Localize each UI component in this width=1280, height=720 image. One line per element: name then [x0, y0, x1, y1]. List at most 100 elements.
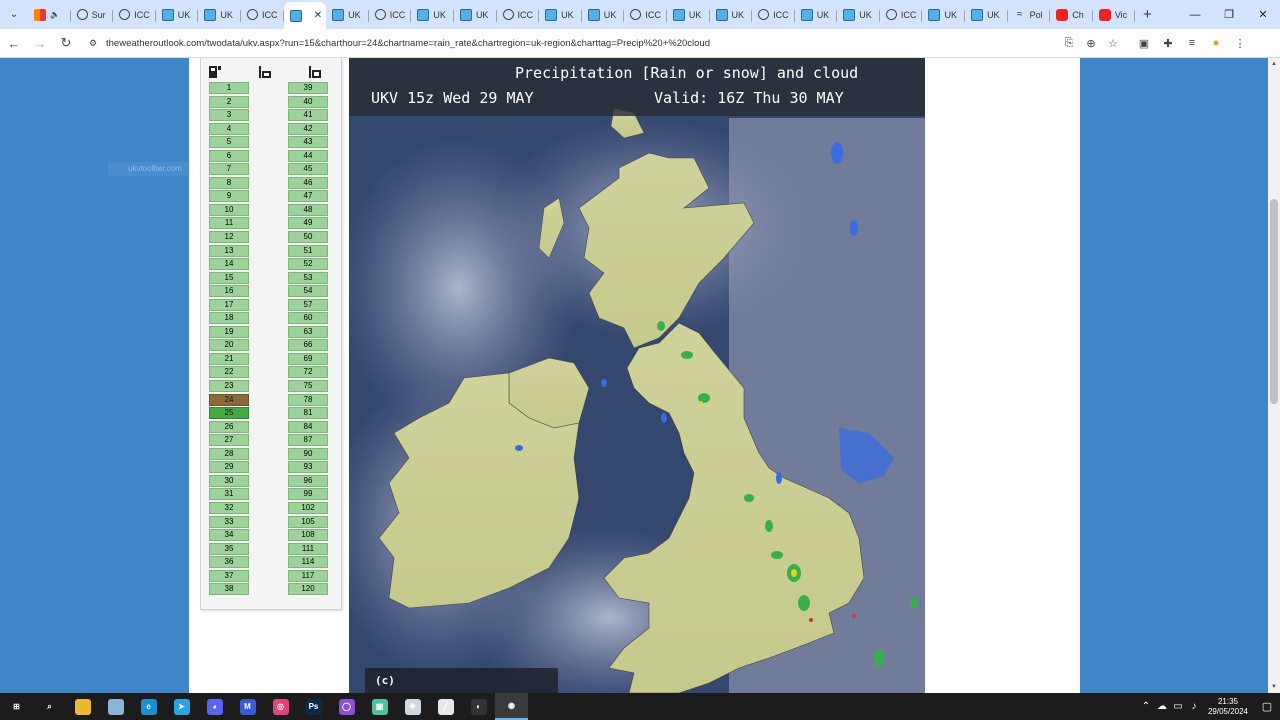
hour-button[interactable]: 96	[288, 474, 328, 487]
hour-button[interactable]: 25	[209, 407, 249, 420]
url-text[interactable]: theweatheroutlook.com/twodata/ukv.aspx?r…	[106, 38, 1058, 49]
hour-button[interactable]: 22	[209, 366, 249, 379]
hour-button[interactable]: 31	[209, 488, 249, 501]
hour-button[interactable]: 114	[288, 556, 328, 569]
hour-button[interactable]: 39	[288, 82, 328, 94]
notification-icon[interactable]: ▢	[1254, 700, 1280, 713]
browser-tab[interactable]: UK	[837, 4, 880, 26]
hour-button[interactable]: 51	[288, 244, 328, 257]
hour-button[interactable]: 4	[209, 122, 249, 135]
site-info-icon[interactable]: ⚙	[84, 38, 102, 49]
browser-tab[interactable]: 🔈	[28, 4, 71, 26]
hour-button[interactable]: 5	[209, 136, 249, 149]
hour-button[interactable]: 43	[288, 136, 328, 149]
forward-button[interactable]: →	[28, 31, 52, 55]
hour-button[interactable]: 3	[209, 109, 249, 122]
hour-button[interactable]: 72	[288, 366, 328, 379]
browser-tab[interactable]: UK	[667, 4, 710, 26]
hour-button[interactable]: 21	[209, 352, 249, 365]
search-taskbar-button[interactable]: ⌕	[33, 693, 66, 720]
hour-button[interactable]: 28	[209, 447, 249, 460]
hour-button[interactable]: 45	[288, 163, 328, 176]
hour-button[interactable]: 29	[209, 461, 249, 474]
browser-tab[interactable]: ICC	[369, 4, 412, 26]
onedrive-icon[interactable]: ☁	[1154, 701, 1170, 712]
hour-button[interactable]: 40	[288, 95, 328, 108]
browser-tab[interactable]: ICC	[752, 4, 795, 26]
hour-button[interactable]: 10	[209, 203, 249, 216]
photoshop-taskbar-button[interactable]: Ps	[297, 693, 330, 720]
align-hour-icon[interactable]	[259, 65, 271, 78]
hour-button[interactable]: 20	[209, 339, 249, 352]
hour-button[interactable]: 1	[209, 82, 249, 94]
browser-tab[interactable]: UK	[965, 4, 1008, 26]
hour-button[interactable]: 81	[288, 407, 328, 420]
first-hour-icon[interactable]	[209, 65, 221, 78]
hour-button[interactable]: 41	[288, 109, 328, 122]
discord-taskbar-button[interactable]: ◕	[198, 693, 231, 720]
android-app-taskbar-button[interactable]: ▣	[363, 693, 396, 720]
hour-button[interactable]: 105	[288, 515, 328, 528]
browser-tab[interactable]: UK	[582, 4, 625, 26]
chrome-taskbar-button[interactable]: ◉	[495, 693, 528, 720]
hour-button[interactable]: 24	[209, 393, 249, 406]
hour-button[interactable]: 47	[288, 190, 328, 203]
browser-tab[interactable]: UK	[198, 4, 241, 26]
reload-button[interactable]: ↻	[54, 31, 78, 55]
hour-button[interactable]: 84	[288, 420, 328, 433]
hour-button[interactable]: 120	[288, 583, 328, 596]
network-icon[interactable]: ▭	[1170, 701, 1186, 712]
ball-app-taskbar-button[interactable]: ◐	[462, 693, 495, 720]
hour-button[interactable]: 111	[288, 542, 328, 555]
hour-button[interactable]: 26	[209, 420, 249, 433]
browser-tab[interactable]: Vic	[1093, 4, 1136, 26]
hour-button[interactable]: 6	[209, 149, 249, 162]
tab-close-icon[interactable]: ✕	[314, 10, 322, 21]
restore-button[interactable]: ❐	[1212, 0, 1246, 29]
browser-tab[interactable]: ICC	[497, 4, 540, 26]
start-taskbar-button[interactable]: ⊞	[0, 693, 33, 720]
hour-button[interactable]: 36	[209, 556, 249, 569]
volume-icon[interactable]: ♪	[1186, 701, 1202, 712]
install-app-icon[interactable]: ⎘	[1058, 37, 1080, 50]
tray-chevron-icon[interactable]: ⌃	[1138, 701, 1154, 712]
extensions-puzzle-icon[interactable]: ✚	[1156, 37, 1180, 50]
hour-button[interactable]: 108	[288, 529, 328, 542]
file-explorer-taskbar-button[interactable]	[66, 693, 99, 720]
hour-button[interactable]: 15	[209, 271, 249, 284]
hour-button[interactable]: 11	[209, 217, 249, 230]
m-app-taskbar-button[interactable]: M	[231, 693, 264, 720]
hour-button[interactable]: 50	[288, 231, 328, 244]
scrollbar-thumb[interactable]	[1270, 199, 1278, 404]
scroll-up-icon[interactable]: ▲	[1268, 58, 1280, 70]
tab-search-menu-button[interactable]: ⌄	[0, 0, 28, 29]
hour-button[interactable]: 102	[288, 501, 328, 514]
paint-app-taskbar-button[interactable]: ╱	[429, 693, 462, 720]
hour-button[interactable]: 27	[209, 434, 249, 447]
notepad-taskbar-button[interactable]	[99, 693, 132, 720]
hour-button[interactable]: 2	[209, 95, 249, 108]
hour-button[interactable]: 66	[288, 339, 328, 352]
camera-app-taskbar-button[interactable]: ◎	[264, 693, 297, 720]
clock[interactable]: 21:35 29/05/2024	[1202, 697, 1254, 717]
hour-button[interactable]: 37	[209, 569, 249, 582]
media-control-icon[interactable]: ≡	[1180, 37, 1204, 49]
profile-avatar-icon[interactable]: ●	[1204, 37, 1228, 49]
browser-tab[interactable]: UK	[326, 4, 369, 26]
browser-tab[interactable]: UK	[539, 4, 582, 26]
hour-button[interactable]: 14	[209, 258, 249, 271]
hour-button[interactable]: 19	[209, 325, 249, 338]
puzzle-app-taskbar-button[interactable]: ❖	[396, 693, 429, 720]
browser-tab[interactable]: UK	[454, 4, 497, 26]
minimize-button[interactable]: —	[1178, 0, 1212, 29]
hour-button[interactable]: 33	[209, 515, 249, 528]
edge-taskbar-button[interactable]: e	[132, 693, 165, 720]
browser-tab[interactable]: UK	[710, 4, 753, 26]
browser-tab[interactable]: ICC	[624, 4, 667, 26]
hour-button[interactable]: 117	[288, 569, 328, 582]
hour-button[interactable]: 63	[288, 325, 328, 338]
hour-button[interactable]: 53	[288, 271, 328, 284]
hour-button[interactable]: 32	[209, 501, 249, 514]
hour-button[interactable]: 35	[209, 542, 249, 555]
browser-tab[interactable]: Ch	[1050, 4, 1093, 26]
